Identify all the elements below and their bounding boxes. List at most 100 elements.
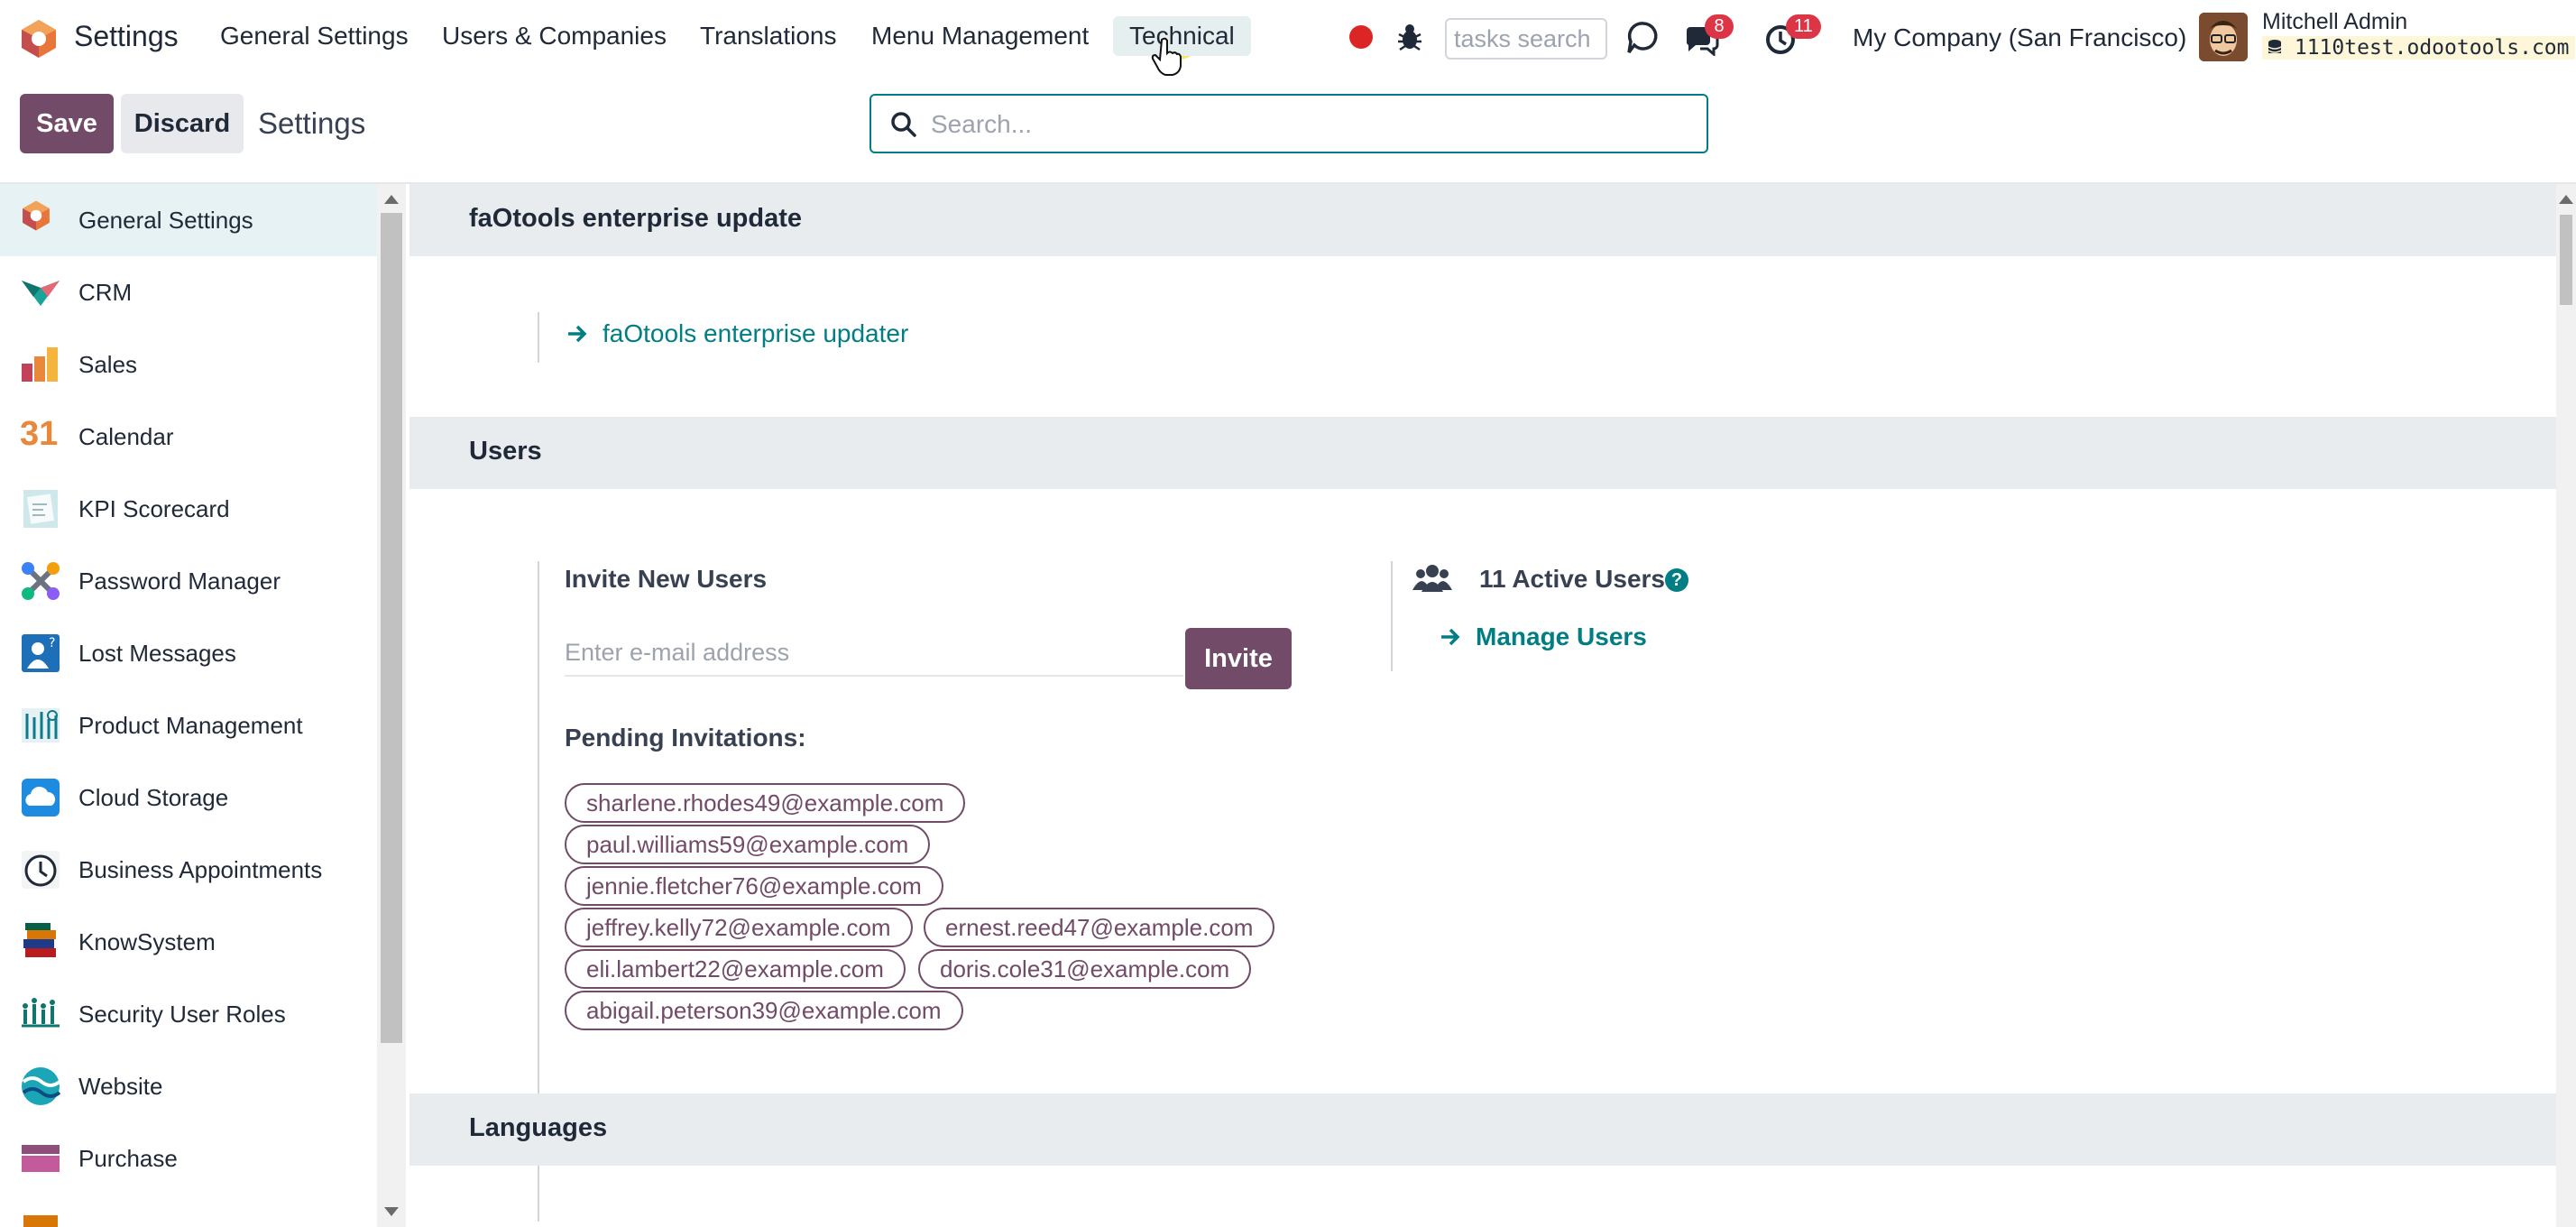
sidebar-item-website[interactable]: Website [0,1050,377,1122]
scroll-up-arrow-icon[interactable] [384,195,399,204]
section-header-languages: Languages [409,1093,2556,1166]
avatar-face-icon [2199,13,2248,61]
password-manager-icon [22,562,60,600]
menu-translations[interactable]: Translations [700,22,836,51]
section-title: Users [469,437,542,466]
sidebar-item-security-user-roles[interactable]: Security User Roles [0,978,377,1050]
sidebar-item-business-appointments[interactable]: Business Appointments [0,834,377,906]
settings-search-box[interactable] [869,94,1708,153]
sidebar-item-label: Calendar [78,422,174,450]
sidebar-item-sales[interactable]: Sales [0,328,377,401]
setting-divider [1391,561,1393,671]
sidebar-item-product-management[interactable]: Product Management [0,689,377,761]
knowsystem-icon [23,923,56,957]
purchase-icon [22,1145,60,1172]
settings-app-icon[interactable] [18,18,60,60]
app-brand[interactable]: Settings [74,20,179,53]
calendar-icon: 31 [20,415,59,453]
link-label: Manage Users [1476,623,1647,650]
section-header-faotools: faOtools enterprise update [409,184,2556,256]
pending-invitation-tag[interactable]: jennie.fletcher76@example.com [565,866,943,906]
section-title: Languages [469,1113,608,1142]
pending-invitation-tag[interactable]: ernest.reed47@example.com [924,908,1275,947]
sidebar-item-knowsystem[interactable]: KnowSystem [0,906,377,978]
user-avatar[interactable] [2199,13,2248,61]
pending-invitation-tag[interactable]: doris.cole31@example.com [918,949,1252,989]
invite-users-title: Invite New Users [565,565,768,593]
sidebar-item-label: KPI Scorecard [78,494,230,522]
search-icon [891,112,916,137]
settings-sidebar: General Settings CRM Sales 31 Calendar K… [0,184,377,1227]
cloud-storage-icon [22,779,60,816]
menu-technical[interactable]: Technical [1113,16,1251,56]
section-title: faOtools enterprise update [469,204,803,233]
company-switcher[interactable]: My Company (San Francisco) [1853,23,2186,52]
tasks-search-input[interactable] [1445,18,1607,60]
general-settings-icon [23,200,50,231]
sidebar-item-password-manager[interactable]: Password Manager [0,545,377,617]
top-navbar: Settings General Settings Users & Compan… [0,0,2576,78]
lost-messages-icon: ? [22,634,60,672]
hand-cursor-icon [1151,37,1182,76]
recording-icon[interactable] [1349,25,1373,49]
pending-invitation-tag[interactable]: jeffrey.kelly72@example.com [565,908,913,947]
inventory-icon [23,1215,58,1227]
discard-button[interactable]: Discard [121,94,244,153]
link-label: faOtools enterprise updater [603,319,909,347]
help-icon[interactable]: ? [1665,568,1688,592]
settings-main-content: faOtools enterprise update faOtools ente… [409,184,2556,1227]
debug-bug-icon[interactable] [1396,22,1423,52]
invite-button[interactable]: Invite [1185,628,1292,689]
section-header-users: Users [409,417,2556,489]
menu-general-settings[interactable]: General Settings [220,22,409,51]
sidebar-item-label: Product Management [78,711,303,739]
sidebar-scrollbar[interactable] [377,184,406,1227]
sidebar-item-partial[interactable] [0,1195,377,1227]
main-scrollbar[interactable] [2556,184,2576,1227]
activities-badge: 11 [1786,14,1821,39]
sidebar-item-label: Sales [78,350,138,378]
settings-search-input[interactable] [931,105,1688,144]
sidebar-item-lost-messages[interactable]: ? Lost Messages [0,617,377,689]
menu-menu-management[interactable]: Menu Management [871,22,1089,51]
active-users-count: 11 Active Users [1479,565,1665,593]
database-icon [2268,40,2282,53]
users-group-icon [1412,565,1452,592]
database-name: 1110test.odootools.com [2262,36,2575,60]
sidebar-item-general-settings[interactable]: General Settings [0,184,377,256]
pending-invitation-tag[interactable]: sharlene.rhodes49@example.com [565,783,966,823]
pending-invitation-tag[interactable]: eli.lambert22@example.com [565,949,906,989]
save-button[interactable]: Save [20,94,114,153]
sidebar-item-calendar[interactable]: 31 Calendar [0,401,377,473]
faotools-updater-link[interactable]: faOtools enterprise updater [566,319,908,348]
sidebar-item-label: General Settings [78,206,253,234]
invite-email-input[interactable] [565,630,1183,677]
sidebar-item-label: CRM [78,278,133,306]
setting-divider [538,312,539,363]
pending-invitation-tag[interactable]: paul.williams59@example.com [565,825,931,864]
pending-invitation-tag[interactable]: abigail.peterson39@example.com [565,991,963,1030]
sidebar-item-label: KnowSystem [78,927,216,955]
page-title: Settings [258,106,366,140]
svg-text:?: ? [49,636,55,650]
manage-users-link[interactable]: Manage Users [1440,623,1647,651]
sidebar-item-cloud-storage[interactable]: Cloud Storage [0,761,377,834]
sidebar-item-label: Cloud Storage [78,783,229,811]
menu-users-companies[interactable]: Users & Companies [442,22,667,51]
main-scroll-thumb[interactable] [2560,215,2572,305]
scroll-down-arrow-icon[interactable] [384,1207,399,1216]
scroll-up-arrow-icon[interactable] [2559,195,2573,204]
sidebar-item-label: Security User Roles [78,1000,286,1028]
pending-invitations-title: Pending Invitations: [565,724,806,752]
sidebar-item-purchase[interactable]: Purchase [0,1122,377,1195]
crm-icon [22,281,60,306]
sidebar-item-label: Business Appointments [78,855,323,883]
arrow-right-icon [568,325,587,343]
user-name[interactable]: Mitchell Admin [2262,9,2407,35]
sidebar-item-kpi-scorecard[interactable]: KPI Scorecard [0,473,377,545]
website-icon [22,1067,61,1105]
sidebar-scroll-thumb[interactable] [381,213,402,1043]
sidebar-item-crm[interactable]: CRM [0,256,377,328]
voip-phone-icon[interactable] [1625,18,1661,58]
arrow-right-icon [1441,628,1460,646]
